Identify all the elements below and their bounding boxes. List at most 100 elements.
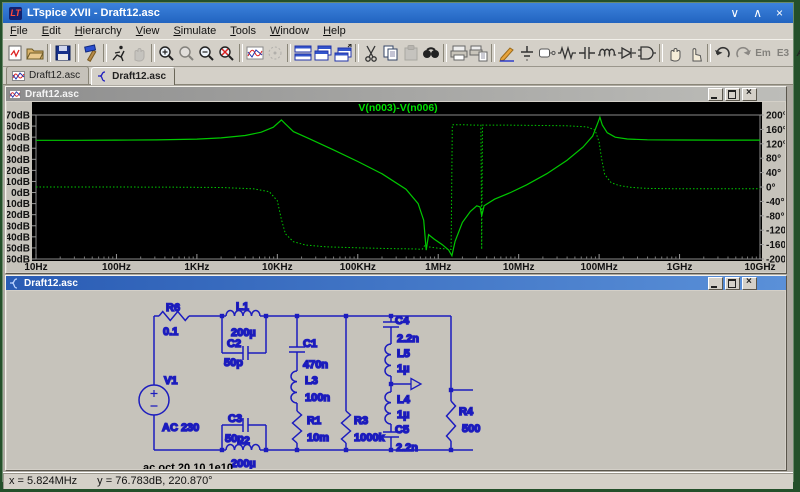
component-L5[interactable]: L51µ — [385, 344, 410, 376]
print-preview-icon[interactable] — [469, 43, 489, 63]
drag-icon[interactable] — [685, 43, 705, 63]
minimize-button[interactable]: ∨ — [730, 7, 739, 19]
capacitor-icon[interactable] — [577, 43, 597, 63]
diode-icon[interactable] — [617, 43, 637, 63]
print-icon[interactable] — [449, 43, 469, 63]
schematic-canvas[interactable]: R60.1L1200µC250pC350pL2200µC1470nL3100nR… — [7, 291, 785, 469]
undo-icon[interactable] — [713, 43, 733, 63]
component-L4[interactable]: L41µ — [385, 392, 411, 424]
svg-text:40dB: 40dB — [7, 144, 30, 155]
close-button[interactable]: × — [776, 7, 783, 19]
cut-icon[interactable] — [361, 43, 381, 63]
spice-directive[interactable]: .ac oct 20 10 1e10 — [140, 462, 233, 469]
zoom-full-icon[interactable] — [217, 43, 237, 63]
move-icon[interactable] — [665, 43, 685, 63]
component-name: R6 — [166, 302, 180, 314]
find-icon[interactable] — [421, 43, 441, 63]
child-close-button[interactable] — [742, 277, 757, 290]
component-R6[interactable]: R6 0.1 — [159, 302, 189, 338]
toolbar-separator — [151, 44, 155, 62]
child-maximize-button[interactable] — [725, 88, 740, 101]
resistor-icon[interactable] — [557, 43, 577, 63]
bode-plot-area[interactable]: 70dB60dB50dB40dB30dB20dB10dB0dB-10dB-20d… — [7, 102, 785, 272]
component-R4[interactable]: R4500 — [447, 401, 481, 441]
child-maximize-button[interactable] — [725, 277, 740, 290]
open-file-icon[interactable] — [25, 43, 45, 63]
zoom-in-icon[interactable] — [157, 43, 177, 63]
menu-item-view[interactable]: View — [129, 24, 167, 38]
svg-text:1KHz: 1KHz — [184, 262, 209, 272]
component-name: R3 — [354, 415, 368, 427]
mdi-area: Draft12.asc 70dB60dB50dB40dB30dB20dB10dB… — [3, 85, 793, 472]
new-schematic-icon[interactable] — [5, 43, 25, 63]
net-label-icon[interactable] — [537, 43, 557, 63]
component-R3[interactable]: R31000k — [342, 411, 386, 444]
bode-plot[interactable]: 70dB60dB50dB40dB30dB20dB10dB0dB-10dB-20d… — [7, 102, 785, 272]
schematic-window-title: Draft12.asc — [24, 278, 708, 289]
draw-wire-icon[interactable] — [497, 43, 517, 63]
waveform-window-title: Draft12.asc — [25, 89, 708, 100]
app-icon: LT — [9, 7, 22, 20]
save-icon[interactable] — [53, 43, 73, 63]
component-L1[interactable]: L1200µ — [226, 301, 260, 339]
plot-background — [32, 102, 762, 261]
svg-text:-40°: -40° — [766, 197, 784, 208]
status-y-readout: y = 76.783dB, 220.870° — [97, 475, 212, 487]
component-C1[interactable]: C1470n — [289, 338, 328, 371]
svg-text:160°: 160° — [766, 125, 785, 136]
waveform-tab-icon — [12, 71, 25, 81]
svg-text:10MHz: 10MHz — [503, 262, 535, 272]
child-minimize-button[interactable] — [708, 88, 723, 101]
component-icon[interactable] — [637, 43, 657, 63]
component-C4[interactable]: C42.2n — [383, 315, 419, 345]
ltspice-main-window: LT LTspice XVII - Draft12.asc ∨ ∧ × File… — [2, 2, 794, 482]
menu-item-help[interactable]: Help — [316, 24, 353, 38]
tab-schematic[interactable]: Draft12.asc — [91, 67, 175, 85]
child-minimize-button[interactable] — [708, 277, 723, 290]
svg-text:0°: 0° — [766, 183, 776, 194]
component-L3[interactable]: L3100n — [291, 371, 330, 404]
toolbar-separator — [355, 44, 359, 62]
autorange-icon[interactable] — [245, 43, 265, 63]
svg-text:-160°: -160° — [766, 240, 785, 251]
control-panel-icon[interactable] — [81, 43, 101, 63]
waveform-window-titlebar[interactable]: Draft12.asc — [6, 87, 786, 101]
zoom-out-icon[interactable] — [197, 43, 217, 63]
schematic-window: Draft12.asc R60.1L1200µC250pC350pL2200µC… — [5, 275, 787, 471]
menu-item-window[interactable]: Window — [263, 24, 316, 38]
component-name: C3 — [228, 413, 242, 425]
mark-points-icon — [265, 43, 285, 63]
component-R1[interactable]: R110m — [293, 411, 330, 444]
menu-item-tools[interactable]: Tools — [223, 24, 263, 38]
inductor-icon[interactable] — [597, 43, 617, 63]
svg-text:70dB: 70dB — [7, 111, 30, 122]
text-tool-icon[interactable]: Aa — [793, 43, 800, 63]
copy-icon[interactable] — [381, 43, 401, 63]
component-V1[interactable]: V1AC 230 — [139, 375, 199, 434]
run-icon[interactable] — [109, 43, 129, 63]
arrange-windows-icon[interactable] — [333, 43, 353, 63]
cascade-windows-icon[interactable] — [313, 43, 333, 63]
output-probe-arrow[interactable] — [411, 379, 421, 390]
menu-item-hierarchy[interactable]: Hierarchy — [68, 24, 129, 38]
schematic-canvas-area[interactable]: R60.1L1200µC250pC350pL2200µC1470nL3100nR… — [7, 291, 785, 469]
svg-text:100MHz: 100MHz — [580, 262, 617, 272]
schematic-window-titlebar[interactable]: Draft12.asc — [6, 276, 786, 290]
toolbar-separator — [491, 44, 495, 62]
zoom-pan-icon — [177, 43, 197, 63]
ground-icon[interactable] — [517, 43, 537, 63]
maximize-button[interactable]: ∧ — [753, 7, 762, 19]
main-titlebar[interactable]: LT LTspice XVII - Draft12.asc ∨ ∧ × — [3, 3, 793, 23]
child-close-button[interactable] — [742, 88, 757, 101]
menu-item-edit[interactable]: Edit — [35, 24, 68, 38]
halt-icon — [129, 43, 149, 63]
mirror-icon: Em — [753, 43, 773, 63]
svg-text:10Hz: 10Hz — [24, 262, 47, 272]
trace-label[interactable]: V(n003)-V(n006) — [358, 102, 437, 114]
status-x-readout: x = 5.824MHz — [9, 475, 77, 487]
menu-item-file[interactable]: File — [3, 24, 35, 38]
component-value: 0.1 — [163, 326, 178, 338]
tile-windows-icon[interactable] — [293, 43, 313, 63]
tab-waveform[interactable]: Draft12.asc — [6, 66, 89, 84]
menu-item-simulate[interactable]: Simulate — [166, 24, 223, 38]
